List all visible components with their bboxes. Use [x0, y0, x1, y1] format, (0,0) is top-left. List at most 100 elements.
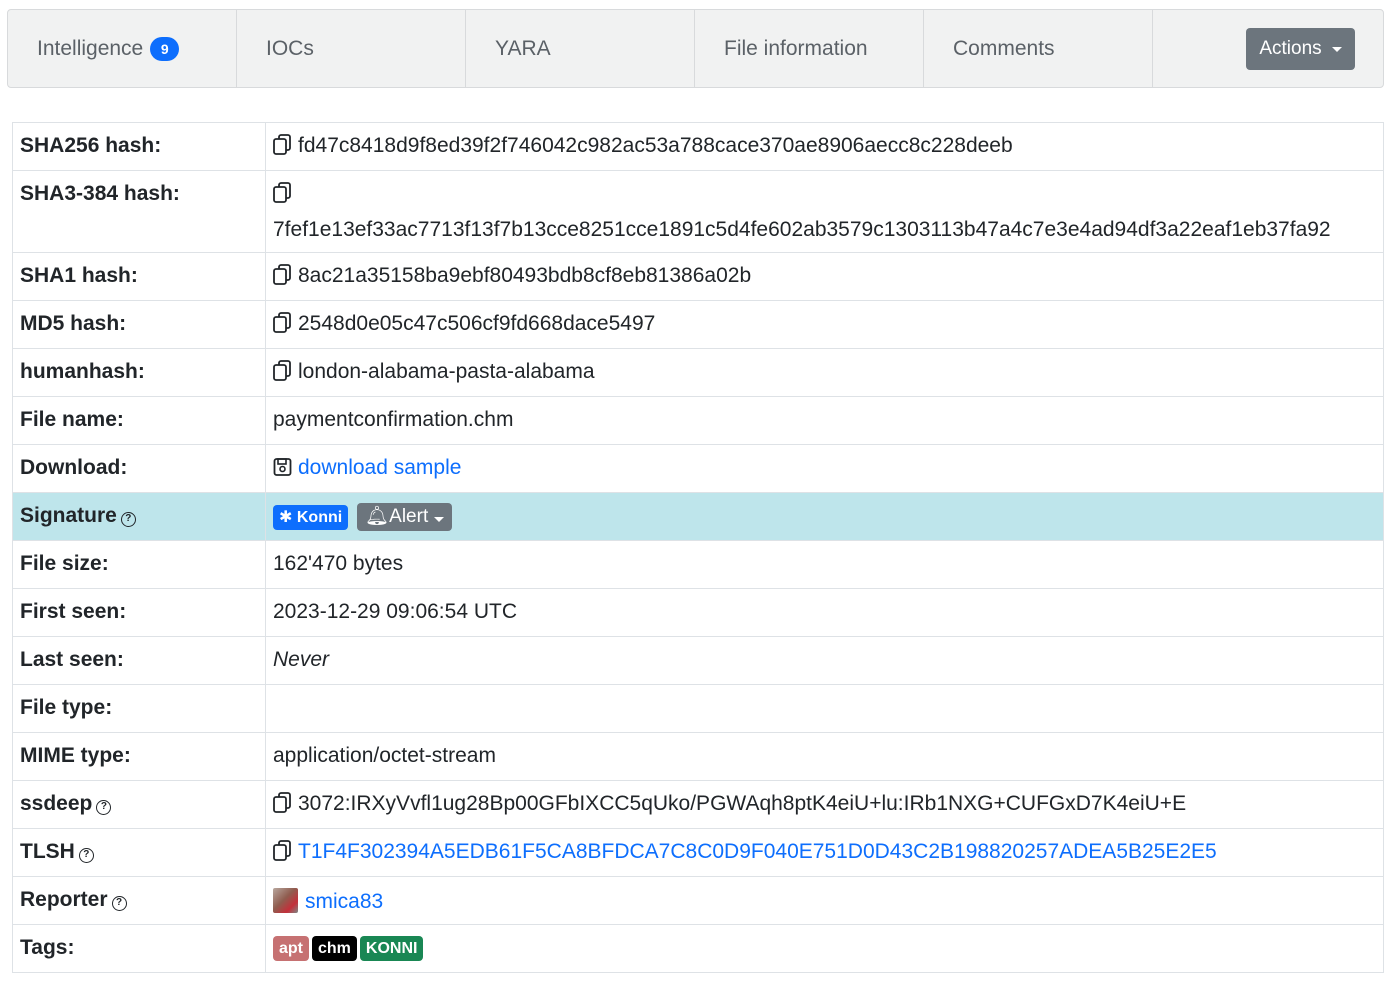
tab-yara[interactable]: YARA	[466, 10, 695, 87]
konni-label: Konni	[296, 508, 343, 526]
table-row: Last seen: Never	[12, 636, 1384, 685]
tab-label: IOCs	[266, 36, 314, 60]
tab-label: Comments	[953, 36, 1055, 60]
tab-spacer: Actions	[1153, 10, 1383, 87]
save-icon	[273, 456, 292, 477]
table-row: Signature? ✱ Konni 🔔︎Alert	[12, 492, 1384, 541]
tlsh-cell: T1F4F302394A5EDB61F5CA8BFDCA7C8C0D9F040E…	[265, 828, 1384, 877]
filesize-label: File size:	[12, 540, 266, 589]
tab-label: YARA	[495, 36, 551, 60]
caret-down-icon	[433, 517, 444, 522]
alert-dropdown-button[interactable]: 🔔︎Alert	[357, 503, 452, 531]
tab-iocs[interactable]: IOCs	[237, 10, 466, 87]
md5-value: 2548d0e05c47c506cf9fd668dace5497	[298, 312, 656, 335]
filename-label: File name:	[12, 396, 266, 445]
table-row: File size: 162'470 bytes	[12, 540, 1384, 589]
reporter-label-cell: Reporter?	[12, 876, 266, 925]
table-row: MD5 hash: 2548d0e05c47c506cf9fd668dace54…	[12, 300, 1384, 349]
sha256-value: fd47c8418d9f8ed39f2f746042c982ac53a788ca…	[298, 134, 1013, 157]
actions-dropdown-button[interactable]: Actions	[1246, 28, 1355, 70]
signature-label-cell: Signature?	[12, 492, 266, 541]
tlsh-label-cell: TLSH?	[12, 828, 266, 877]
humanhash-label: humanhash:	[12, 348, 266, 397]
tag-chm[interactable]: chm	[312, 936, 357, 961]
mime-value: application/octet-stream	[265, 732, 1384, 781]
help-icon[interactable]: ?	[78, 848, 94, 863]
copy-icon[interactable]	[273, 134, 291, 155]
table-row: File type:	[12, 684, 1384, 733]
download-sample-link[interactable]: download sample	[298, 456, 461, 479]
table-row: File name: paymentconfirmation.chm	[12, 396, 1384, 445]
tab-comments[interactable]: Comments	[924, 10, 1153, 87]
copy-icon[interactable]	[273, 182, 291, 203]
filename-value: paymentconfirmation.chm	[265, 396, 1384, 445]
table-row: MIME type: application/octet-stream	[12, 732, 1384, 781]
tlsh-link[interactable]: T1F4F302394A5EDB61F5CA8BFDCA7C8C0D9F040E…	[298, 840, 1217, 863]
md5-label: MD5 hash:	[12, 300, 266, 349]
reporter-label: Reporter	[20, 888, 108, 911]
table-row: humanhash: london-alabama-pasta-alabama	[12, 348, 1384, 397]
reporter-cell: smica83	[265, 876, 1384, 925]
table-row: ssdeep? 3072:IRXyVvfl1ug28Bp00GFbIXCC5qU…	[12, 780, 1384, 829]
tab-bar: Intelligence 9 IOCs YARA File informatio…	[7, 9, 1384, 88]
tlsh-label: TLSH	[20, 840, 75, 863]
lastseen-value: Never	[265, 636, 1384, 685]
tab-file-information[interactable]: File information	[695, 10, 924, 87]
ssdeep-cell: 3072:IRXyVvfl1ug28Bp00GFbIXCC5qUko/PGWAq…	[265, 780, 1384, 829]
ssdeep-label-cell: ssdeep?	[12, 780, 266, 829]
help-icon[interactable]: ?	[120, 512, 136, 527]
caret-down-icon	[1331, 46, 1342, 52]
sha1-cell: 8ac21a35158ba9ebf80493bdb8cf8eb81386a02b	[265, 252, 1384, 301]
copy-icon[interactable]	[273, 264, 291, 285]
help-icon[interactable]: ?	[111, 896, 127, 911]
tag-konni[interactable]: KONNI	[359, 936, 424, 961]
intelligence-count-badge: 9	[150, 36, 180, 61]
bug-icon: ✱	[279, 508, 293, 526]
sha256-label: SHA256 hash:	[12, 122, 266, 171]
avatar	[273, 888, 298, 913]
bell-icon: 🔔︎	[365, 506, 390, 527]
konni-signature-badge[interactable]: ✱ Konni	[273, 504, 349, 530]
tab-label: File information	[724, 36, 868, 60]
tag-apt[interactable]: apt	[273, 936, 309, 961]
download-label: Download:	[12, 444, 266, 493]
file-info-table: SHA256 hash: fd47c8418d9f8ed39f2f746042c…	[12, 122, 1384, 973]
filetype-label: File type:	[12, 684, 266, 733]
copy-icon[interactable]	[273, 312, 291, 333]
sha3-value: 7fef1e13ef33ac7713f13f7b13cce8251cce1891…	[273, 218, 1331, 241]
table-row: TLSH? T1F4F302394A5EDB61F5CA8BFDCA7C8C0D…	[12, 828, 1384, 877]
filesize-value: 162'470 bytes	[265, 540, 1384, 589]
table-row: Reporter? smica83	[12, 876, 1384, 925]
humanhash-cell: london-alabama-pasta-alabama	[265, 348, 1384, 397]
reporter-link[interactable]: smica83	[305, 890, 383, 913]
tab-label: Intelligence	[37, 36, 144, 60]
sha3-cell: 7fef1e13ef33ac7713f13f7b13cce8251cce1891…	[265, 170, 1384, 253]
sha3-label: SHA3-384 hash:	[12, 170, 266, 253]
table-row: SHA1 hash: 8ac21a35158ba9ebf80493bdb8cf8…	[12, 252, 1384, 301]
copy-icon[interactable]	[273, 840, 291, 861]
download-cell: download sample	[265, 444, 1384, 493]
md5-cell: 2548d0e05c47c506cf9fd668dace5497	[265, 300, 1384, 349]
signature-label: Signature	[20, 504, 117, 527]
tags-label: Tags:	[12, 924, 266, 973]
tab-intelligence[interactable]: Intelligence 9	[8, 10, 237, 87]
sha1-label: SHA1 hash:	[12, 252, 266, 301]
signature-cell: ✱ Konni 🔔︎Alert	[265, 492, 1384, 541]
copy-icon[interactable]	[273, 360, 291, 381]
copy-icon[interactable]	[273, 792, 291, 813]
firstseen-label: First seen:	[12, 588, 266, 637]
firstseen-value: 2023-12-29 09:06:54 UTC	[265, 588, 1384, 637]
tags-cell: apt chm KONNI	[265, 924, 1384, 973]
table-row: First seen: 2023-12-29 09:06:54 UTC	[12, 588, 1384, 637]
filetype-value	[265, 684, 1384, 733]
help-icon[interactable]: ?	[96, 800, 112, 815]
mime-label: MIME type:	[12, 732, 266, 781]
table-row: Tags: apt chm KONNI	[12, 924, 1384, 973]
humanhash-value: london-alabama-pasta-alabama	[298, 360, 595, 383]
table-row: Download: download sample	[12, 444, 1384, 493]
ssdeep-label: ssdeep	[20, 792, 93, 815]
alert-label: Alert	[389, 506, 429, 527]
sha1-value: 8ac21a35158ba9ebf80493bdb8cf8eb81386a02b	[298, 264, 752, 287]
sha256-cell: fd47c8418d9f8ed39f2f746042c982ac53a788ca…	[265, 122, 1384, 171]
table-row: SHA3-384 hash: 7fef1e13ef33ac7713f13f7b1…	[12, 170, 1384, 253]
